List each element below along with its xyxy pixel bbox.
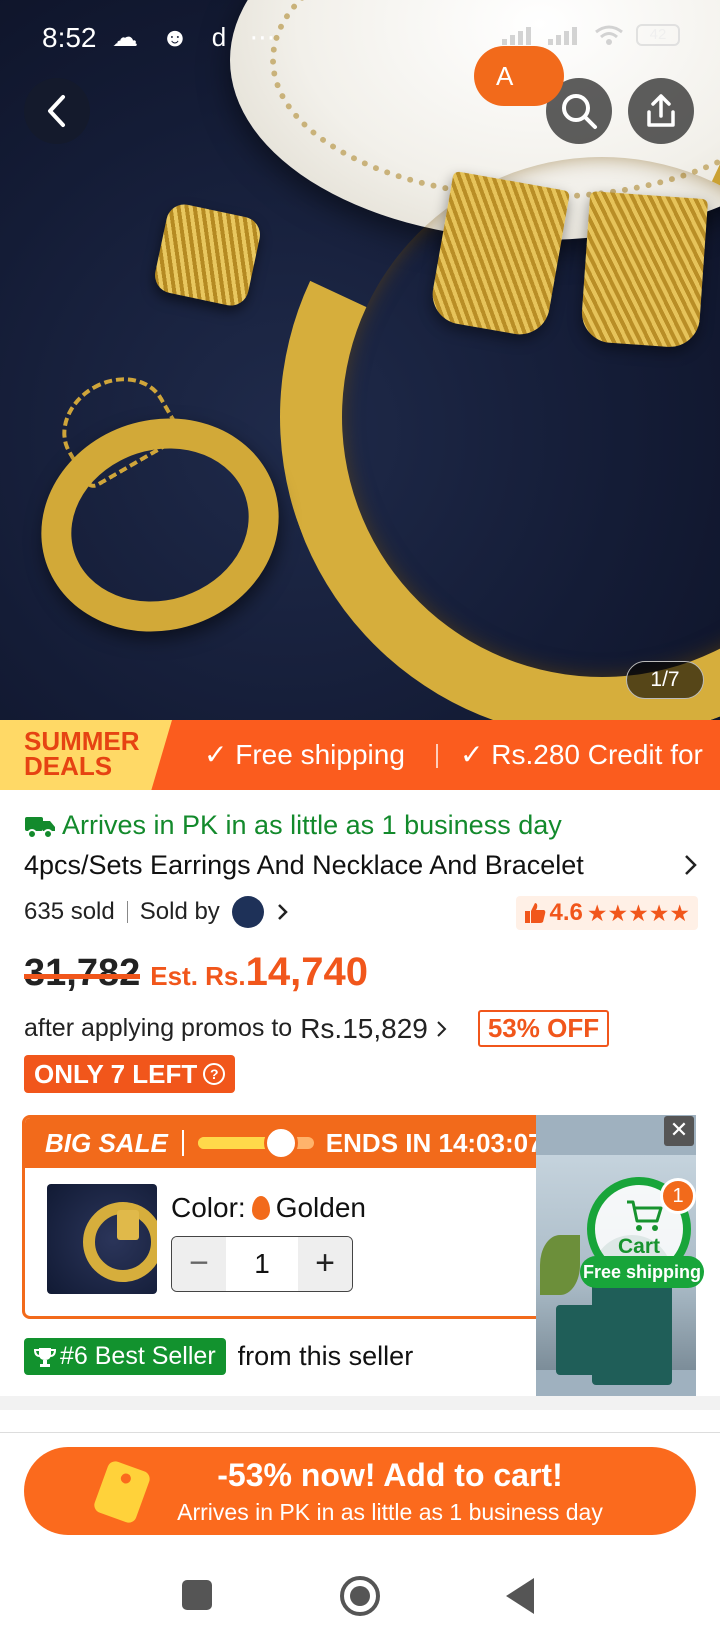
- sale-body: Color: Golden − 1 +: [25, 1168, 559, 1316]
- star-rating: ★★★★★: [586, 899, 690, 926]
- sold-by-label: Sold by: [139, 898, 220, 925]
- chevron-right-icon: [437, 1020, 447, 1037]
- image-counter: 1/7: [626, 661, 704, 699]
- home-button[interactable]: [340, 1576, 380, 1616]
- share-icon: [647, 94, 675, 127]
- promo-banner[interactable]: SUMMER DEALS ✓ Free shipping ✓ Rs.280 Cr…: [0, 720, 720, 790]
- add-to-cart-button[interactable]: -53% now! Add to cart! Arrives in PK in …: [24, 1447, 696, 1535]
- promo-amount: Rs.15,829: [300, 1012, 428, 1044]
- increase-button[interactable]: +: [298, 1237, 352, 1291]
- estimated-price: Est. Rs.14,740: [150, 950, 368, 995]
- color-label: Color:: [171, 1192, 246, 1223]
- variant-thumbnail[interactable]: [47, 1184, 157, 1294]
- signal-icon: [548, 27, 577, 45]
- thumbs-up-icon: [524, 903, 545, 923]
- back-button[interactable]: [24, 78, 90, 144]
- quantity-stepper: − 1 +: [171, 1236, 353, 1292]
- sale-label: BIG SALE: [45, 1127, 168, 1158]
- best-seller-text: #6 Best Seller: [60, 1342, 216, 1370]
- price-row: 31,782 Est. Rs.14,740: [24, 950, 368, 995]
- search-icon: [562, 94, 597, 129]
- sold-count: 635 sold: [24, 898, 115, 925]
- quantity-value[interactable]: 1: [226, 1237, 298, 1291]
- chevron-right-icon[interactable]: [276, 900, 290, 924]
- battery-icon: 42: [636, 24, 680, 46]
- add-button[interactable]: A: [474, 46, 564, 106]
- decrease-button[interactable]: −: [172, 1237, 226, 1291]
- best-seller-row[interactable]: #6 Best Seller from this seller: [24, 1338, 413, 1375]
- signal-icon: [502, 27, 531, 45]
- product-image[interactable]: [0, 0, 720, 720]
- recent-apps-button[interactable]: [182, 1580, 212, 1610]
- sale-header: BIG SALE ENDS IN 14:03:07: [25, 1118, 559, 1168]
- system-icons: 42: [502, 24, 680, 46]
- banner-divider: [436, 744, 438, 768]
- arrival-info: Arrives in PK in as little as 1 business…: [24, 810, 562, 841]
- discount-badge: 53% OFF: [477, 1010, 610, 1047]
- share-button[interactable]: [628, 78, 694, 144]
- free-shipping-pill: Free shipping: [580, 1256, 704, 1288]
- promo-row[interactable]: after applying promos to Rs.15,829 53% O…: [24, 1010, 610, 1047]
- divider: [0, 1432, 720, 1433]
- sale-countdown: ENDS IN 14:03:07: [325, 1127, 543, 1158]
- cart-count-badge: 1: [660, 1178, 696, 1214]
- arrival-text: Arrives in PK in as little as 1 business…: [62, 810, 562, 840]
- cta-title: -53% now! Add to cart!: [217, 1457, 563, 1493]
- best-seller-tag: #6 Best Seller: [24, 1338, 226, 1375]
- stock-text: ONLY 7 LEFT: [34, 1058, 198, 1089]
- best-seller-suffix: from this seller: [237, 1341, 414, 1371]
- status-bar: 8:52 ☁ ☻ d ⋯ 42: [0, 0, 720, 80]
- chevron-left-icon: [48, 95, 65, 127]
- delivery-truck-icon: [25, 816, 55, 839]
- sale-progress-bar: [197, 1126, 314, 1160]
- sold-row: 635 sold Sold by: [24, 896, 290, 928]
- credit-feature: ✓ Rs.280 Credit for: [460, 739, 703, 770]
- bracelet-image: [13, 388, 307, 662]
- earring-image: [579, 191, 709, 349]
- ring-image: [151, 201, 264, 309]
- color-value: Golden: [275, 1192, 366, 1223]
- notification-icons: ☁ ☻ d ⋯: [112, 22, 284, 52]
- clock-icon: [264, 1126, 299, 1160]
- est-prefix: Est. Rs.: [150, 961, 246, 991]
- summer-deals-badge: SUMMER DEALS: [0, 720, 172, 790]
- status-time: 8:52: [42, 22, 97, 53]
- original-price: 31,782: [24, 952, 141, 994]
- cart-icon: [627, 1200, 663, 1231]
- trophy-icon: [34, 1347, 56, 1367]
- badge-line2: DEALS: [24, 751, 113, 781]
- rating-badge[interactable]: 4.6 ★★★★★: [515, 896, 698, 930]
- product-title: 4pcs/Sets Earrings And Necklace And Brac…: [24, 850, 584, 880]
- cta-subtitle: Arrives in PK in as little as 1 business…: [177, 1499, 603, 1525]
- back-nav-button[interactable]: [506, 1578, 534, 1614]
- big-sale-box: BIG SALE ENDS IN 14:03:07 Color: Golden …: [22, 1115, 562, 1319]
- free-shipping-feature: ✓ Free shipping: [204, 739, 405, 770]
- seller-avatar[interactable]: [231, 896, 264, 928]
- close-button[interactable]: ✕: [664, 1116, 694, 1146]
- wifi-icon: [595, 25, 623, 45]
- color-selector[interactable]: Color: Golden: [171, 1192, 366, 1224]
- rating-value: 4.6: [549, 899, 583, 926]
- help-icon: ?: [203, 1063, 226, 1085]
- chevron-right-icon: [685, 855, 697, 875]
- product-title-row[interactable]: 4pcs/Sets Earrings And Necklace And Brac…: [24, 850, 700, 881]
- section-divider: [0, 1396, 720, 1410]
- est-value: 14,740: [245, 950, 368, 994]
- flame-icon: [251, 1196, 270, 1220]
- system-nav-bar: [0, 1548, 720, 1640]
- stock-badge[interactable]: ONLY 7 LEFT ?: [24, 1055, 236, 1093]
- promo-text: after applying promos to: [24, 1014, 293, 1042]
